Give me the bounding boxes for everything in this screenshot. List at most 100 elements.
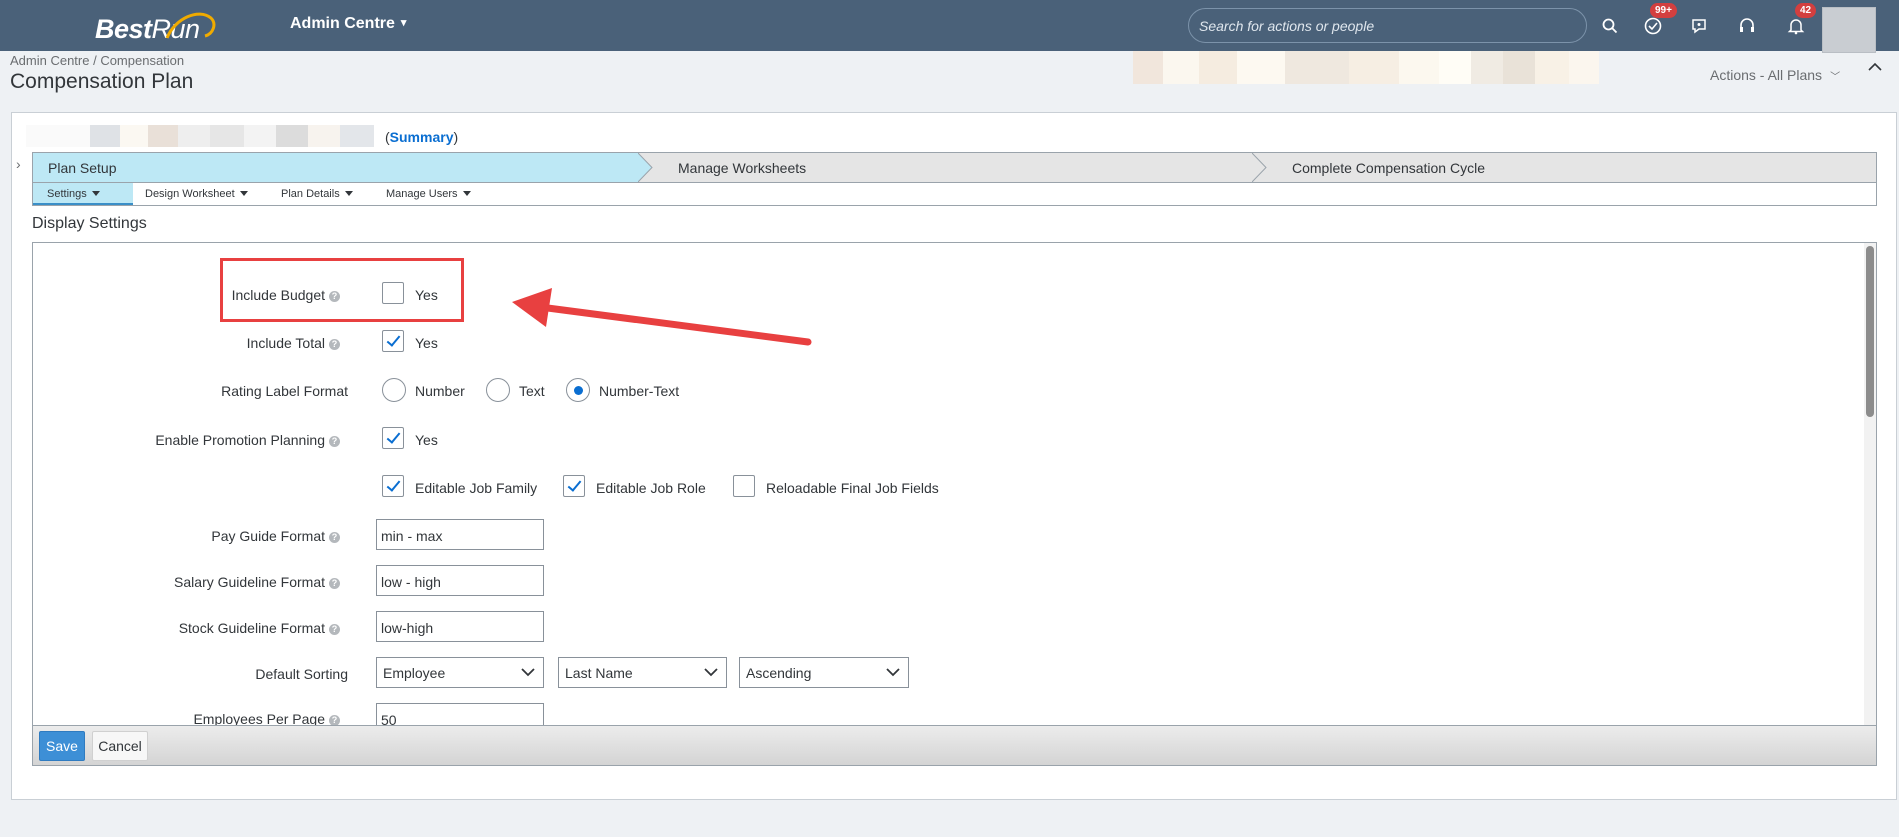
chevron-down-icon: [521, 668, 535, 677]
breadcrumb[interactable]: Admin Centre / Compensation: [10, 53, 184, 68]
default-sorting-secondary-select[interactable]: Last Name: [558, 657, 727, 688]
editable-job-role-checkbox[interactable]: [563, 475, 585, 497]
rating-format-number-radio[interactable]: [382, 378, 406, 402]
step-label: Manage Worksheets: [678, 160, 807, 176]
headset-icon[interactable]: [1734, 13, 1760, 39]
step-label: Complete Compensation Cycle: [1292, 160, 1485, 176]
rating-format-number-text-radio[interactable]: [566, 378, 590, 402]
summary-link-wrapper: (Summary): [385, 129, 459, 145]
step-plan-setup[interactable]: Plan Setup: [33, 153, 639, 182]
summary-link[interactable]: Summary: [390, 129, 454, 145]
help-icon[interactable]: ?: [329, 436, 340, 447]
cancel-button[interactable]: Cancel: [92, 731, 148, 761]
form-scrollbar[interactable]: [1864, 243, 1876, 725]
annotation-highlight-box: [220, 258, 464, 322]
rating-format-number-label: Number: [415, 383, 465, 399]
subnav-label: Manage Users: [386, 188, 458, 200]
default-sorting-field-select[interactable]: Employee: [376, 657, 544, 688]
salary-guideline-format-input[interactable]: low - high: [376, 565, 544, 596]
stock-guideline-format-label: Stock Guideline Format?: [20, 620, 340, 636]
notifications-badge: 42: [1795, 3, 1817, 18]
promotion-planning-label: Enable Promotion Planning?: [20, 432, 340, 448]
search-input[interactable]: Search for actions or people: [1188, 8, 1587, 43]
rating-format-number-text-label: Number-Text: [599, 383, 680, 399]
step-separator-icon: [1252, 153, 1267, 182]
subnav-design-worksheet[interactable]: Design Worksheet: [145, 183, 248, 205]
pay-guide-format-input[interactable]: min - max: [376, 519, 544, 550]
subnav-manage-users[interactable]: Manage Users: [386, 183, 471, 205]
help-icon[interactable]: ?: [329, 715, 340, 725]
caret-down-icon: [239, 191, 248, 196]
editable-job-family-checkbox[interactable]: [382, 475, 404, 497]
form-clip-region: Employees Per Page? 50: [32, 700, 1864, 725]
search-icon[interactable]: [1597, 13, 1623, 39]
caret-down-icon: [462, 191, 471, 196]
annotation-arrow-icon: [512, 288, 812, 346]
app-title-menu[interactable]: Admin Centre ▾: [290, 15, 406, 33]
caret-down-icon: [344, 191, 353, 196]
page-title: Compensation Plan: [10, 70, 194, 93]
help-icon[interactable]: ?: [329, 532, 340, 543]
editable-job-role-label: Editable Job Role: [596, 480, 706, 496]
scrollbar-thumb[interactable]: [1866, 246, 1874, 417]
subnav-settings[interactable]: Settings: [33, 183, 133, 205]
step-complete-cycle[interactable]: Complete Compensation Cycle: [1277, 153, 1875, 182]
tasks-badge: 99+: [1650, 3, 1677, 18]
section-title: Display Settings: [32, 215, 147, 232]
avatar[interactable]: [1822, 7, 1876, 53]
include-total-checkbox[interactable]: [382, 330, 404, 352]
default-sorting-order-select[interactable]: Ascending: [739, 657, 909, 688]
save-button[interactable]: Save: [39, 731, 85, 761]
reloadable-final-job-fields-checkbox[interactable]: [733, 475, 755, 497]
sub-navigation: Settings Design Worksheet Plan Details M…: [32, 183, 1877, 206]
stock-guideline-format-input[interactable]: low-high: [376, 611, 544, 642]
employees-per-page-label: Employees Per Page?: [32, 711, 340, 725]
bell-icon[interactable]: 42: [1783, 3, 1817, 39]
select-value: Employee: [383, 665, 446, 681]
employees-per-page-input[interactable]: 50: [376, 703, 544, 725]
rating-format-text-radio[interactable]: [486, 378, 510, 402]
include-total-label: Include Total?: [20, 335, 340, 351]
form-footer: [32, 726, 1877, 766]
include-total-option: Yes: [415, 335, 438, 351]
shell-bar: BestRun Admin Centre ▾ Search for actions…: [0, 0, 1899, 53]
redacted-header-info: [1133, 51, 1599, 84]
subnav-label: Settings: [47, 188, 87, 200]
actions-label: Actions - All Plans: [1710, 67, 1823, 83]
reloadable-final-job-fields-label: Reloadable Final Job Fields: [766, 480, 939, 496]
chevron-down-icon: ▾: [400, 17, 407, 29]
help-icon[interactable]: ?: [329, 339, 340, 350]
step-separator-icon: [638, 153, 653, 182]
rating-format-text-label: Text: [519, 383, 545, 399]
redacted-plan-name: [26, 125, 374, 147]
step-label: Plan Setup: [48, 160, 117, 176]
chevron-down-icon: ﹀: [1830, 72, 1841, 83]
chevron-down-icon: [886, 668, 900, 677]
help-icon[interactable]: ?: [329, 578, 340, 589]
caret-down-icon: [91, 191, 100, 196]
logo-swoosh-icon: [165, 12, 216, 39]
chat-icon[interactable]: [1686, 13, 1712, 39]
logo-text-best: Best: [95, 14, 152, 44]
actions-menu[interactable]: Actions - All Plans ﹀: [1710, 67, 1840, 83]
pay-guide-format-label: Pay Guide Format?: [20, 528, 340, 544]
promotion-planning-option: Yes: [415, 432, 438, 448]
help-icon[interactable]: ?: [329, 624, 340, 635]
editable-job-family-label: Editable Job Family: [415, 480, 538, 496]
app-title-text: Admin Centre: [290, 15, 395, 32]
process-steps: Plan Setup Manage Worksheets Complete Co…: [32, 152, 1877, 183]
chevron-down-icon: [704, 668, 718, 677]
default-sorting-label: Default Sorting: [255, 666, 348, 682]
subnav-label: Design Worksheet: [145, 188, 235, 200]
salary-guideline-format-label: Salary Guideline Format?: [20, 574, 340, 590]
select-value: Last Name: [565, 665, 633, 681]
chevron-right-icon[interactable]: ›: [16, 156, 21, 172]
tasks-icon[interactable]: 99+: [1640, 3, 1677, 39]
subnav-label: Plan Details: [281, 188, 340, 200]
rating-label-format-label: Rating Label Format: [221, 383, 348, 399]
step-manage-worksheets[interactable]: Manage Worksheets: [663, 153, 1253, 182]
select-value: Ascending: [746, 665, 812, 681]
subnav-plan-details[interactable]: Plan Details: [281, 183, 353, 205]
promotion-planning-checkbox[interactable]: [382, 427, 404, 449]
collapse-header-icon[interactable]: [1866, 58, 1884, 76]
